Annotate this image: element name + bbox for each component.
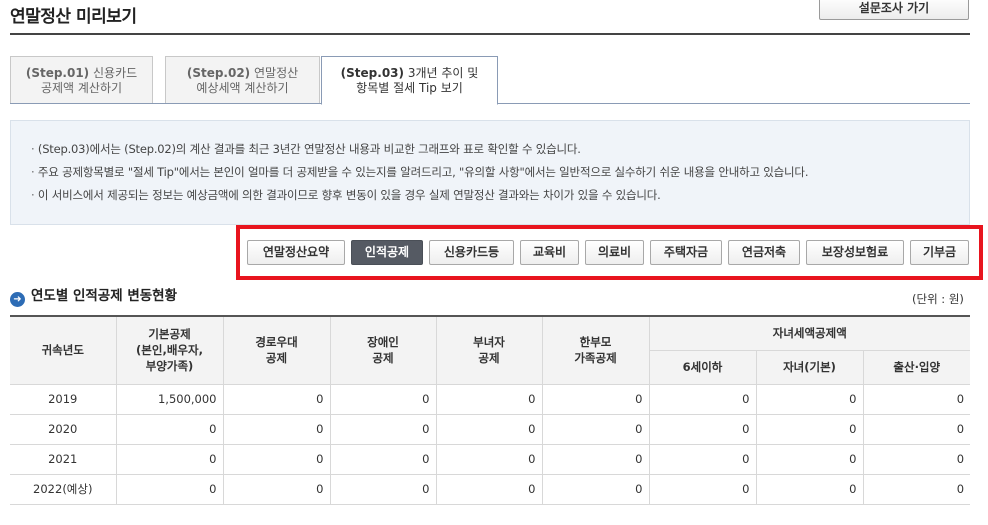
cell-child-basic: 0 (755, 443, 864, 475)
header-child-basic: 자녀(기본) (755, 349, 864, 385)
cell-elderly: 0 (222, 473, 331, 505)
cell-child-birth: 0 (862, 473, 971, 505)
header-child-birth: 출산·입양 (862, 349, 971, 385)
cell-child-basic: 0 (755, 413, 864, 445)
title-divider (10, 33, 970, 35)
deduction-table: 귀속년도 기본공제 (본인,배우자, 부양가족) 경로우대 공제 장애인 공제 … (10, 315, 971, 505)
tab-step-label: (Step.03) (340, 66, 405, 80)
header-female-line: 부녀자 (473, 335, 505, 350)
section-title-text: 연도별 인적공제 변동현황 (31, 288, 178, 304)
category-education-button[interactable]: 교육비 (520, 240, 579, 265)
cell-female: 0 (435, 473, 543, 505)
header-single-parent-line: 한부모 (579, 335, 612, 350)
cell-child-birth: 0 (862, 443, 971, 475)
table-row: 2019 1,500,000 0 0 0 0 0 0 0 (10, 383, 971, 415)
step-tabs: (Step.01) 신용카드 공제액 계산하기 (Step.02) 연말정산 예… (10, 56, 970, 105)
cell-child-basic: 0 (755, 473, 864, 505)
header-child-under6: 6세이하 (649, 349, 757, 385)
header-elderly: 경로우대 공제 (222, 315, 331, 385)
info-box: (Step.03)에서는 (Step.02)의 계산 결과를 최근 3년간 연말… (10, 120, 970, 225)
header-disabled-line: 공제 (372, 351, 394, 366)
header-female: 부녀자 공제 (435, 315, 543, 385)
cell-year: 2020 (10, 413, 117, 445)
category-medical-button[interactable]: 의료비 (585, 240, 644, 265)
tab-step-label: (Step.02) (186, 66, 251, 80)
tab-step-01[interactable]: (Step.01) 신용카드 공제액 계산하기 (10, 56, 153, 104)
header-elderly-line: 경로우대 (255, 335, 298, 350)
cell-elderly: 0 (222, 383, 331, 415)
active-tab-gap (322, 103, 497, 104)
cell-child-birth: 0 (862, 383, 971, 415)
table-row: 2022(예상) 0 0 0 0 0 0 0 0 (10, 473, 971, 505)
category-personal-button[interactable]: 인적공제 (351, 240, 423, 265)
cell-basic: 0 (115, 413, 224, 445)
cell-single-parent: 0 (541, 413, 650, 445)
header-basic: 기본공제 (본인,배우자, 부양가족) (115, 315, 224, 385)
cell-basic: 0 (115, 443, 224, 475)
header-disabled-line: 장애인 (367, 335, 399, 350)
cell-single-parent: 0 (541, 473, 650, 505)
header-disabled: 장애인 공제 (329, 315, 437, 385)
header-basic-line: 부양가족) (145, 359, 194, 374)
tab-step-02[interactable]: (Step.02) 연말정산 예상세액 계산하기 (165, 56, 320, 104)
tab-label: 항목별 절세 Tip 보기 (356, 81, 463, 95)
header-single-parent-line: 가족공제 (574, 351, 617, 366)
cell-year: 2019 (10, 383, 117, 415)
tab-step-03[interactable]: (Step.03) 3개년 추이 및 항목별 절세 Tip 보기 (321, 56, 498, 105)
cell-child-basic: 0 (755, 383, 864, 415)
page-title: 연말정산 미리보기 (10, 7, 137, 27)
header-single-parent: 한부모 가족공제 (541, 315, 650, 385)
cell-disabled: 0 (329, 383, 437, 415)
cell-disabled: 0 (329, 473, 437, 505)
tab-label: 연말정산 (254, 66, 299, 80)
category-creditcard-button[interactable]: 신용카드등 (429, 240, 514, 265)
table-row: 2021 0 0 0 0 0 0 0 0 (10, 443, 971, 475)
tab-label: 3개년 추이 및 (407, 66, 479, 80)
cell-basic: 0 (115, 473, 224, 505)
cell-child-under6: 0 (648, 443, 757, 475)
category-summary-button[interactable]: 연말정산요약 (247, 240, 345, 265)
tab-label: 예상세액 계산하기 (196, 81, 289, 95)
tab-label: 공제액 계산하기 (40, 81, 123, 95)
cell-child-under6: 0 (648, 413, 757, 445)
header-elderly-line: 공제 (265, 351, 288, 366)
header-basic-line: 기본공제 (148, 327, 191, 342)
info-item: 이 서비스에서 제공되는 정보는 예상금액에 의한 결과이므로 향후 변동이 있… (31, 184, 949, 207)
arrow-circle-icon: ➜ (10, 292, 25, 307)
header-female-line: 공제 (478, 351, 500, 366)
table-row: 2020 0 0 0 0 0 0 0 0 (10, 413, 971, 445)
category-insurance-button[interactable]: 보장성보험료 (806, 240, 904, 265)
cell-child-under6: 0 (648, 473, 757, 505)
cell-elderly: 0 (222, 443, 331, 475)
section-title: ➜ 연도별 인적공제 변동현황 (10, 284, 177, 307)
cell-female: 0 (435, 383, 543, 415)
header-basic-line: (본인,배우자, (136, 343, 203, 358)
info-item: (Step.03)에서는 (Step.02)의 계산 결과를 최근 3년간 연말… (31, 138, 949, 161)
cell-female: 0 (435, 443, 543, 475)
tab-step-label: (Step.01) (25, 66, 90, 80)
unit-label: (단위 : 원) (912, 292, 964, 306)
header-child-group: 자녀세액공제액 (648, 315, 971, 351)
cell-basic: 1,500,000 (115, 383, 224, 415)
survey-button[interactable]: 설문조사 가기 (819, 0, 969, 20)
cell-single-parent: 0 (541, 443, 650, 475)
cell-year: 2022(예상) (10, 473, 117, 505)
cell-female: 0 (435, 413, 543, 445)
cell-elderly: 0 (222, 413, 331, 445)
cell-disabled: 0 (329, 413, 437, 445)
category-housing-button[interactable]: 주택자금 (650, 240, 722, 265)
header-year: 귀속년도 (10, 315, 117, 385)
cell-single-parent: 0 (541, 383, 650, 415)
cell-child-under6: 0 (648, 383, 757, 415)
info-item: 주요 공제항목별로 "절세 Tip"에서는 본인이 얼마를 더 공제받을 수 있… (31, 161, 949, 184)
cell-child-birth: 0 (862, 413, 971, 445)
cell-year: 2021 (10, 443, 117, 475)
tab-label: 신용카드 (93, 66, 138, 80)
cell-disabled: 0 (329, 443, 437, 475)
category-pension-button[interactable]: 연금저축 (728, 240, 800, 265)
category-donation-button[interactable]: 기부금 (910, 240, 969, 265)
